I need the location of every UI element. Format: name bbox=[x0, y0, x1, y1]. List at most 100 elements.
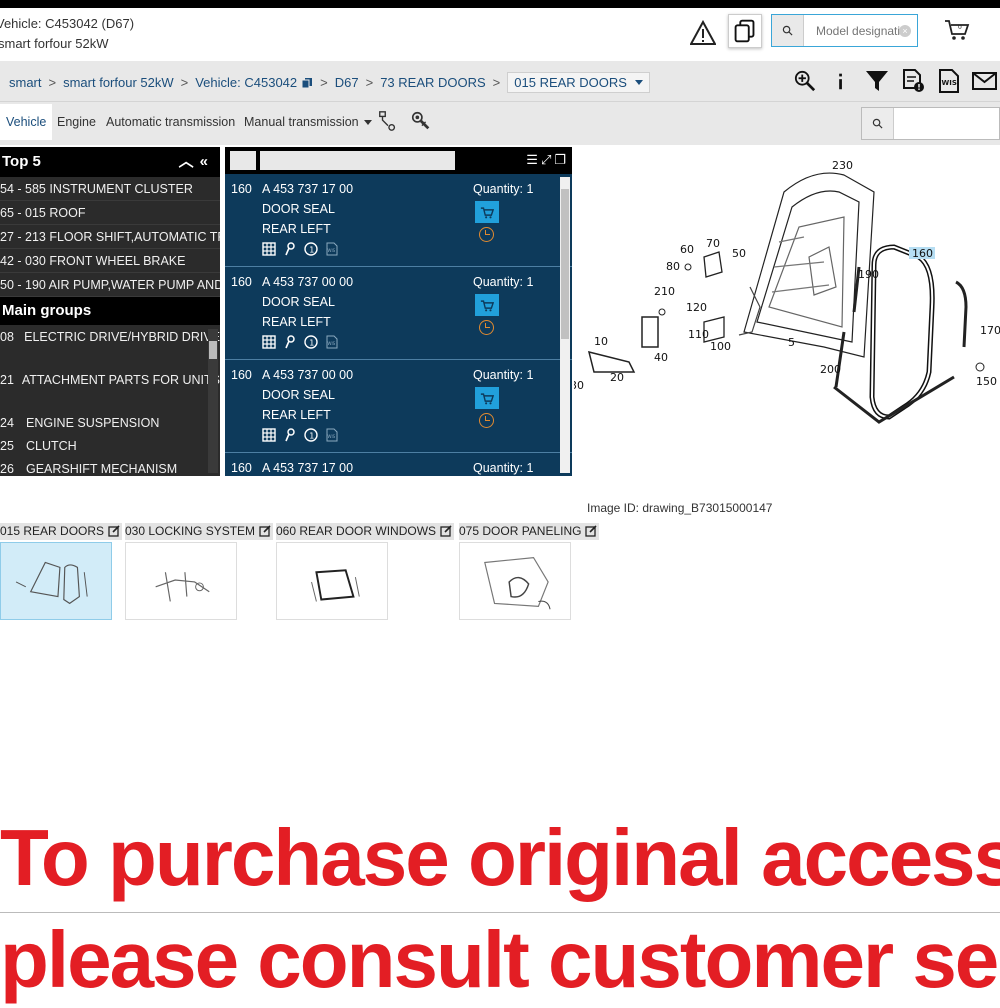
parts-filter-field[interactable] bbox=[260, 151, 455, 170]
crumb-model[interactable]: smart forfour 52kW bbox=[63, 75, 174, 90]
clock-icon[interactable] bbox=[479, 413, 494, 428]
scrollbar-thumb[interactable] bbox=[561, 189, 569, 339]
crumb-separator: > bbox=[365, 75, 374, 90]
top5-item[interactable]: 27 - 213 FLOOR SHIFT,AUTOMATIC TR... bbox=[0, 225, 220, 249]
main-group-item[interactable]: 08 ELECTRIC DRIVE/HYBRID DRIVE bbox=[0, 330, 220, 344]
clock-icon[interactable] bbox=[479, 320, 494, 335]
model-designation-input[interactable] bbox=[804, 15, 904, 46]
info-circle-icon[interactable]: 1 bbox=[304, 335, 318, 349]
thumbnail-image[interactable] bbox=[459, 542, 571, 620]
thumbnail-image[interactable] bbox=[0, 542, 112, 620]
add-to-cart-button[interactable] bbox=[475, 387, 499, 409]
search-icon[interactable] bbox=[772, 15, 804, 46]
tab-manual-transmission[interactable]: Manual transmission bbox=[244, 104, 373, 140]
thumbnail-card[interactable]: 030 LOCKING SYSTEM bbox=[125, 523, 274, 620]
crumb-brand[interactable]: smart bbox=[9, 75, 42, 90]
list-view-icon[interactable]: ☰ bbox=[526, 152, 538, 168]
subgroup-select[interactable]: 015 REAR DOORS bbox=[507, 72, 650, 93]
part-row[interactable]: 160 A 453 737 00 00 DOOR SEAL REAR LEFT … bbox=[225, 267, 572, 360]
info-icon[interactable] bbox=[828, 68, 854, 94]
top5-item[interactable]: 54 - 585 INSTRUMENT CLUSTER bbox=[0, 177, 220, 201]
thumbnail-card[interactable]: 015 REAR DOORS bbox=[0, 523, 123, 620]
info-circle-icon[interactable]: 1 bbox=[304, 242, 318, 256]
thumbnail-card[interactable]: 075 DOOR PANELING bbox=[459, 523, 600, 620]
tab-automatic-transmission[interactable]: Automatic transmission bbox=[106, 104, 235, 140]
chevron-up-icon[interactable]: ︿ bbox=[179, 153, 200, 170]
double-chevron-left-icon[interactable]: « bbox=[200, 153, 214, 170]
key-icon[interactable] bbox=[283, 242, 297, 256]
main-groups-list: 08 ELECTRIC DRIVE/HYBRID DRIVE 21 ATTACH… bbox=[0, 325, 220, 475]
part-row[interactable]: 160 A 453 737 00 00 DOOR SEAL REAR LEFT … bbox=[225, 360, 572, 453]
promo-line-2: please consult customer service. bbox=[0, 915, 1000, 1004]
document-alert-icon[interactable] bbox=[900, 68, 926, 94]
main-groups-scrollbar[interactable] bbox=[208, 329, 218, 473]
edit-icon[interactable] bbox=[108, 525, 120, 537]
crumb-engine[interactable]: D67 bbox=[335, 75, 359, 90]
copy-button[interactable] bbox=[728, 14, 762, 48]
top5-item[interactable]: 65 - 015 ROOF bbox=[0, 201, 220, 225]
edit-icon[interactable] bbox=[440, 525, 452, 537]
top5-item[interactable]: 42 - 030 FRONT WHEEL BRAKE bbox=[0, 249, 220, 273]
grid-icon[interactable] bbox=[262, 428, 276, 442]
clock-icon[interactable] bbox=[479, 227, 494, 242]
filter-icon[interactable] bbox=[864, 68, 890, 94]
copy-icon[interactable]: ❐ bbox=[554, 152, 566, 168]
parts-search-input[interactable] bbox=[894, 108, 994, 139]
crumb-separator: > bbox=[48, 75, 57, 90]
main-group-item[interactable]: 21 ATTACHMENT PARTS FOR UNITS bbox=[0, 373, 220, 387]
svg-text:WIS: WIS bbox=[942, 79, 957, 87]
main-group-code: 26 bbox=[0, 462, 14, 475]
paint-tool-icon[interactable] bbox=[377, 110, 399, 132]
parts-search[interactable] bbox=[861, 107, 1000, 140]
divider bbox=[0, 912, 1000, 913]
main-group-item[interactable]: 25 CLUTCH bbox=[0, 439, 220, 453]
callout-label: 30 bbox=[574, 379, 584, 392]
key-icon[interactable] bbox=[283, 335, 297, 349]
scrollbar-thumb[interactable] bbox=[209, 341, 217, 359]
tab-engine[interactable]: Engine bbox=[57, 104, 96, 140]
grid-icon[interactable] bbox=[262, 335, 276, 349]
model-designation-search[interactable]: × bbox=[771, 14, 918, 47]
wis-document-icon[interactable]: WIS bbox=[325, 428, 339, 442]
tab-vehicle[interactable]: Vehicle bbox=[0, 104, 53, 140]
edit-icon[interactable] bbox=[259, 525, 271, 537]
top5-item[interactable]: 50 - 190 AIR PUMP,WATER PUMP AND ... bbox=[0, 273, 220, 297]
thumbnail-title: 075 DOOR PANELING bbox=[459, 524, 582, 538]
part-row[interactable]: 160 A 453 737 17 00 DOOR SEAL REAR LEFT … bbox=[225, 174, 572, 267]
part-row[interactable]: 160 A 453 737 17 00 Quantity: 1 bbox=[225, 453, 572, 476]
add-to-cart-button[interactable] bbox=[475, 201, 499, 223]
navigation-panel: Top 5 ︿« 54 - 585 INSTRUMENT CLUSTER 65 … bbox=[0, 147, 220, 476]
model-line: smart forfour 52kW bbox=[0, 36, 109, 51]
mail-icon[interactable] bbox=[972, 68, 998, 94]
edit-icon[interactable] bbox=[585, 525, 598, 537]
parts-header-field[interactable] bbox=[230, 151, 256, 170]
main-group-item[interactable]: 26 GEARSHIFT MECHANISM bbox=[0, 462, 220, 475]
thumbnail-image[interactable] bbox=[125, 542, 237, 620]
thumbnail-image[interactable] bbox=[276, 542, 388, 620]
info-circle-icon[interactable]: 1 bbox=[304, 428, 318, 442]
grid-icon[interactable] bbox=[262, 242, 276, 256]
top5-header: Top 5 ︿« bbox=[0, 147, 220, 177]
zoom-in-icon[interactable] bbox=[792, 68, 818, 94]
thumbnail-card[interactable]: 060 REAR DOOR WINDOWS bbox=[276, 523, 455, 620]
key-icon[interactable] bbox=[283, 428, 297, 442]
crumb-group[interactable]: 73 REAR DOORS bbox=[380, 75, 485, 90]
copy-icon[interactable] bbox=[301, 77, 313, 89]
wis-document-icon[interactable]: WIS bbox=[325, 242, 339, 256]
bolt-tool-icon[interactable] bbox=[410, 110, 432, 132]
callout-label: 170 bbox=[980, 324, 1000, 337]
crumb-vehicle[interactable]: Vehicle: C453042 bbox=[195, 75, 297, 90]
cart-icon[interactable]: 0 bbox=[944, 18, 970, 42]
parts-scrollbar[interactable] bbox=[560, 177, 570, 473]
search-icon[interactable] bbox=[862, 108, 894, 139]
exploded-drawing[interactable]: 230 160 70 60 50 80 190 210 120 110 100 … bbox=[574, 147, 1000, 492]
callout-label: 20 bbox=[610, 371, 624, 384]
add-to-cart-button[interactable] bbox=[475, 294, 499, 316]
main-group-item[interactable]: 24 ENGINE SUSPENSION bbox=[0, 416, 220, 430]
warning-icon[interactable] bbox=[690, 20, 716, 46]
wis-document-icon[interactable]: WIS bbox=[936, 68, 962, 94]
clear-icon[interactable]: × bbox=[899, 25, 911, 37]
wis-document-icon[interactable]: WIS bbox=[325, 335, 339, 349]
expand-icon[interactable]: ⤢ bbox=[541, 152, 551, 168]
part-actions: 1 WIS bbox=[262, 428, 339, 442]
